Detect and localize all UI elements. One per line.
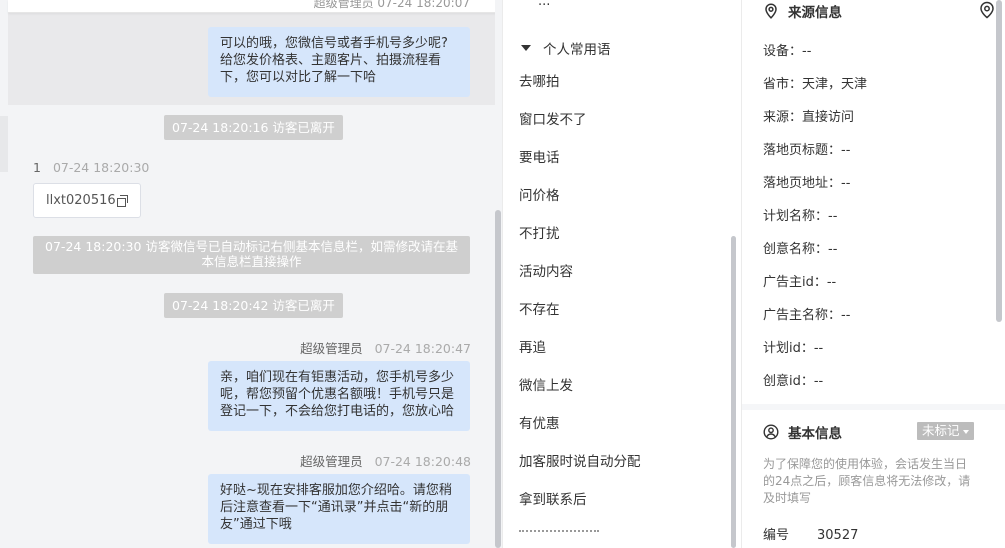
message-line: 呢，帮您预留个优惠名额哦！手机号只是: [220, 387, 455, 402]
mark-status-dropdown[interactable]: 未标记: [917, 422, 974, 440]
visitor-message-text: llxt020516: [46, 193, 116, 208]
phrase-item[interactable]: 加客服时说自动分配: [519, 450, 641, 470]
sender-meta: 超级管理员 07-24 18:20:47: [300, 338, 471, 357]
caret-down-icon[interactable]: [521, 45, 531, 51]
phrase-item[interactable]: 拿到联系后: [519, 488, 587, 508]
chat-panel: 超级管理员 07-24 18:20:07 可以的哦，您微信号或者手机号多少呢? …: [0, 0, 502, 548]
source-row-plan-id: 计划id：--: [763, 341, 824, 356]
phrase-item[interactable]: 再追: [519, 336, 546, 356]
phrase-top-stub: ...: [538, 0, 551, 9]
sender-name: 超级管理员: [300, 454, 363, 469]
agent-message-bubble[interactable]: 好哒~现在安排客服加您介绍哈。请您稍 后注意查看一下“通讯录”并点击“新的朋 友…: [208, 474, 470, 544]
message-line: 友”通过下哦: [220, 517, 292, 532]
visitor-id-label: 编号: [763, 528, 790, 543]
basic-info-title: 基本信息: [788, 426, 842, 442]
phrase-item-clipped: [519, 530, 599, 534]
visitor-message-bubble[interactable]: llxt020516: [33, 183, 141, 218]
phrase-item[interactable]: 不存在: [519, 298, 560, 318]
chat-scrollbar-thumb[interactable]: [495, 210, 501, 548]
section-divider: [742, 404, 1005, 410]
system-notice: 07-24 18:20:16 访客已离开: [164, 115, 343, 140]
common-phrases-panel: ... 个人常用语 去哪拍 窗口发不了 要电话 问价格 不打扰 活动内容 不存在…: [502, 0, 741, 548]
mark-status-label: 未标记: [922, 423, 960, 438]
notice-line: 本信息栏直接操作: [201, 254, 302, 269]
source-row-advertiser-id: 广告主id：--: [763, 275, 837, 290]
source-row-creative-id: 创意id：--: [763, 374, 824, 389]
edit-policy-note: 为了保障您的使用体验，会话发生当日 的24点之后，顾客信息将无法修改，请 及时填…: [763, 456, 978, 507]
source-row-device: 设备：--: [763, 44, 812, 59]
caret-down-icon: [962, 429, 969, 434]
phrase-item[interactable]: 不打扰: [519, 222, 560, 242]
phrase-item[interactable]: 有优惠: [519, 412, 560, 432]
message-line: 好哒~现在安排客服加您介绍哈。请您稍: [220, 483, 452, 498]
agent-message-bubble[interactable]: 亲，咱们现在有钜惠活动，您手机号多少 呢，帮您预留个优惠名额哦！手机号只是 登记…: [208, 361, 470, 431]
visitor-id-row: 编号 30527: [763, 524, 858, 543]
source-row-region: 省市：天津，天津: [763, 77, 868, 92]
sender-meta: 超级管理员 07-24 18:20:48: [300, 451, 471, 470]
visitor-time: 07-24 18:20:30: [52, 160, 150, 175]
message-line: 亲，咱们现在有钜惠活动，您手机号多少: [220, 370, 455, 385]
message-line: 给您发价格表、主题客片、拍摄流程看: [220, 53, 442, 68]
phrase-group-label: 个人常用语: [543, 42, 611, 58]
visitor-id-value: 30527: [817, 528, 859, 543]
message-line: 后注意查看一下“通讯录”并点击“新的朋: [220, 500, 449, 515]
source-row-source: 来源：直接访问: [763, 110, 855, 125]
phrase-item[interactable]: 微信上发: [519, 374, 573, 394]
user-circle-icon: [763, 424, 779, 440]
visitor-meta: 1 07-24 18:20:30: [33, 160, 149, 175]
sender-name: 超级管理员: [300, 341, 363, 356]
chat-left-edge: [0, 116, 8, 172]
info-scrollbar-thumb[interactable]: [996, 0, 1002, 322]
phrase-group-header[interactable]: 个人常用语: [521, 38, 611, 58]
phrase-item[interactable]: 去哪拍: [519, 70, 560, 90]
phrase-item[interactable]: 窗口发不了: [519, 108, 587, 128]
visitor-name: 1: [33, 160, 41, 175]
note-line: 的24点之后，顾客信息将无法修改，请: [763, 474, 971, 488]
phrase-item[interactable]: 活动内容: [519, 260, 573, 280]
message-line: 登记一下，不会给您打电话的，您放心哈: [220, 404, 455, 419]
message-line: 可以的哦，您微信号或者手机号多少呢?: [220, 36, 448, 51]
source-row-landing-title: 落地页标题：--: [763, 143, 851, 158]
note-line: 为了保障您的使用体验，会话发生当日: [763, 457, 968, 471]
source-info-header: 来源信息: [763, 1, 997, 21]
phrase-item[interactable]: 要电话: [519, 146, 560, 166]
chat-topbar: 超级管理员 07-24 18:20:07: [8, 0, 500, 13]
target-icon[interactable]: [978, 1, 996, 19]
source-row-landing-url: 落地页地址：--: [763, 176, 851, 191]
source-info-title: 来源信息: [788, 5, 842, 21]
sender-time: 07-24 18:20:47: [374, 341, 471, 356]
source-row-advertiser-name: 广告主名称：--: [763, 308, 851, 323]
agent-message-bubble[interactable]: 可以的哦，您微信号或者手机号多少呢? 给您发价格表、主题客片、拍摄流程看 下，您…: [208, 27, 470, 97]
location-pin-icon: [765, 3, 777, 19]
basic-info-header: 基本信息: [763, 422, 842, 442]
source-row-creative-name: 创意名称：--: [763, 242, 838, 257]
visitor-info-panel: 来源信息 设备：-- 省市：天津，天津 来源：直接访问 落地页标题：-- 落地页…: [741, 0, 1005, 548]
sender-time: 07-24 18:20:48: [374, 454, 471, 469]
message-line: 下，您可以对比了解一下哈: [220, 70, 377, 85]
system-notice: 07-24 18:20:30 访客微信号已自动标记右侧基本信息栏，如需修改请在基…: [33, 236, 470, 274]
system-notice: 07-24 18:20:42 访客已离开: [164, 293, 343, 318]
chat-topbar-text: 超级管理员 07-24 18:20:07: [313, 0, 470, 10]
note-line: 及时填写: [763, 491, 812, 505]
source-row-plan-name: 计划名称：--: [763, 209, 838, 224]
notice-line: 07-24 18:20:30 访客微信号已自动标记右侧基本信息栏，如需修改请在基: [45, 239, 458, 254]
copy-icon[interactable]: [116, 195, 128, 207]
phrase-item[interactable]: 问价格: [519, 184, 560, 204]
phrases-scrollbar-thumb[interactable]: [731, 236, 736, 548]
